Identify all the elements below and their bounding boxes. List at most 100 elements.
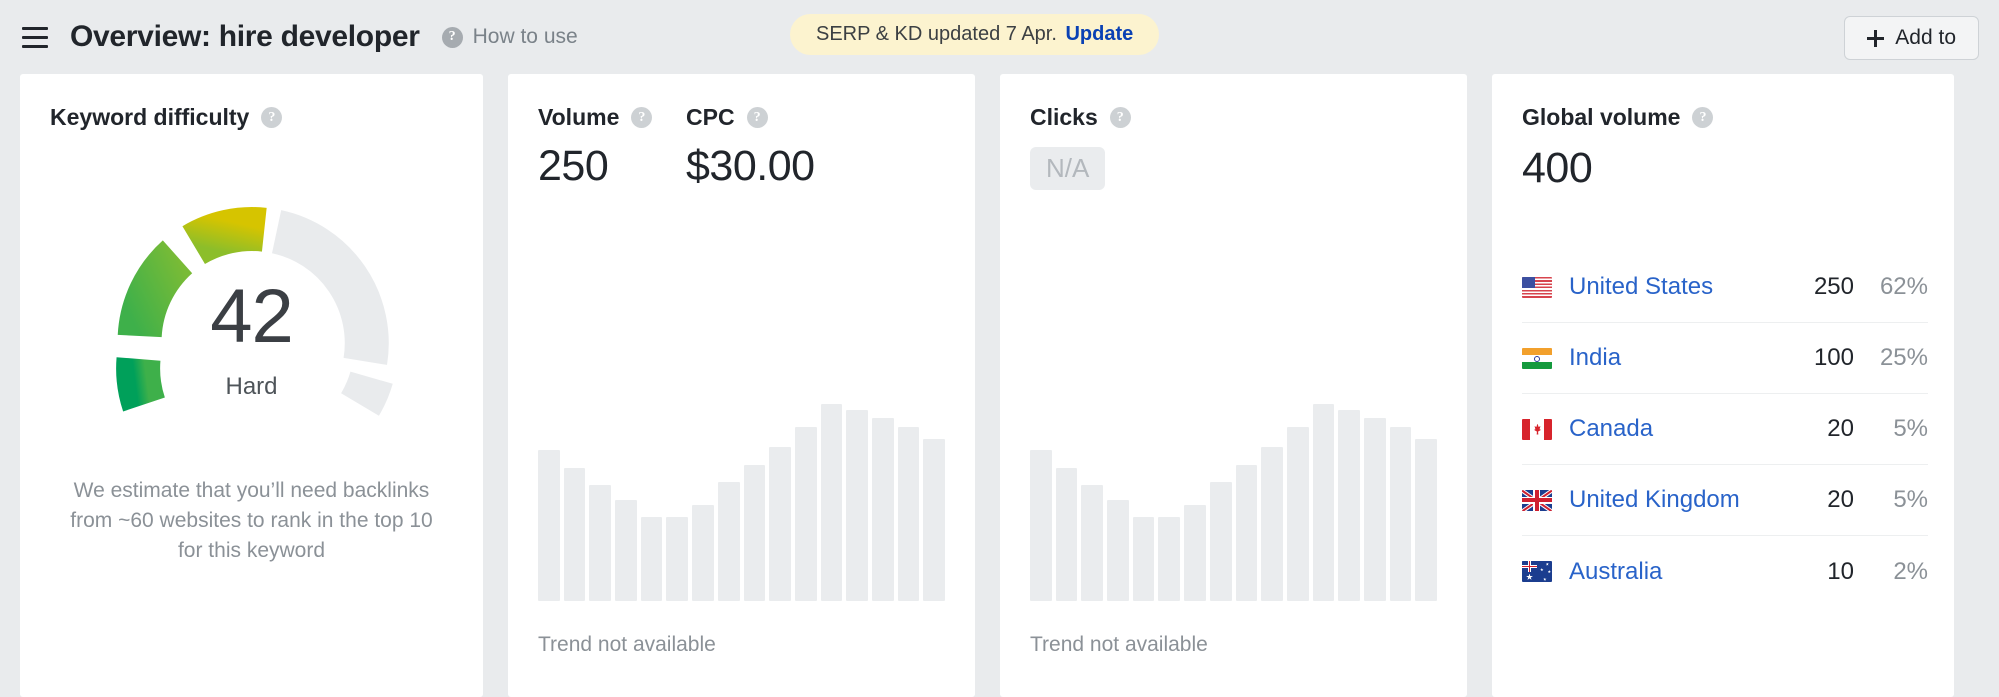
keyword-difficulty-note: We estimate that you’ll need backlinks f… <box>70 479 433 562</box>
trend-bar <box>589 485 612 601</box>
country-volume: 250 <box>1813 273 1854 300</box>
question-mark-icon[interactable]: ? <box>441 26 463 48</box>
flag-gb-icon <box>1522 489 1552 511</box>
keyword-difficulty-header: Keyword difficulty ? <box>20 74 483 131</box>
trend-bar <box>769 447 791 601</box>
trend-bar <box>1235 464 1258 601</box>
country-name-link[interactable]: India <box>1569 344 1814 372</box>
country-row[interactable]: India 100 25% <box>1522 323 1928 394</box>
country-volume: 20 <box>1827 415 1854 442</box>
trend-bar <box>743 464 766 601</box>
country-name-link[interactable]: Canada <box>1569 415 1827 443</box>
question-mark-icon[interactable]: ? <box>746 107 768 128</box>
trend-bar <box>820 403 843 601</box>
country-share: 5% <box>1893 486 1928 513</box>
trend-bar <box>871 418 894 601</box>
global-volume-header: Global volume ? <box>1492 74 1954 131</box>
global-volume-label: Global volume <box>1522 104 1681 130</box>
how-to-use-link[interactable]: ? How to use <box>441 25 578 49</box>
trend-bar <box>1286 427 1309 601</box>
country-breakdown-list: United States 250 62% India 100 25% Canada 20 5%… <box>1522 252 1928 607</box>
question-mark-icon[interactable]: ? <box>1692 107 1714 128</box>
trend-bar <box>1415 438 1437 601</box>
clicks-header: Clicks ? <box>1000 74 1467 131</box>
metrics-card-row: Keyword difficulty ? 42 Hard We estimate… <box>0 74 1999 697</box>
volume-trend-chart <box>538 311 945 601</box>
keyword-difficulty-card: Keyword difficulty ? 42 Hard We estimate… <box>20 74 483 697</box>
country-volume: 20 <box>1827 486 1854 513</box>
trend-bar <box>615 499 637 601</box>
cpc-header: CPC ? <box>686 104 815 131</box>
clicks-label: Clicks <box>1030 104 1098 130</box>
keyword-difficulty-value: 42 <box>210 274 294 359</box>
clicks-value-wrap: N/A <box>1000 131 1467 191</box>
country-share: 62% <box>1879 273 1928 300</box>
update-notice-text: SERP & KD updated 7 Apr. <box>816 23 1057 45</box>
volume-value: 250 <box>538 142 609 190</box>
country-share: 25% <box>1879 344 1928 371</box>
hamburger-menu-icon[interactable] <box>18 20 52 54</box>
question-mark-icon[interactable]: ? <box>261 107 283 128</box>
how-to-use-label: How to use <box>472 25 578 48</box>
gauge-readout: 42 Hard <box>92 279 412 401</box>
trend-bar <box>1132 516 1155 601</box>
cpc-label: CPC <box>686 104 735 130</box>
volume-metric: Volume ? 250 <box>508 104 656 188</box>
cpc-value: $30.00 <box>686 142 815 190</box>
trend-bar <box>1209 482 1232 601</box>
serp-update-notice[interactable]: SERP & KD updated 7 Apr. Update <box>790 14 1160 55</box>
hamburger-bar <box>22 35 48 39</box>
flag-us-icon <box>1522 276 1552 298</box>
trend-bar <box>692 505 714 601</box>
hamburger-bar <box>22 44 48 48</box>
trend-bar <box>1030 450 1052 601</box>
trend-bar <box>923 438 945 601</box>
flag-in-icon <box>1522 347 1552 369</box>
question-mark-icon[interactable]: ? <box>1109 107 1131 128</box>
volume-cpc-header-row: Volume ? 250 CPC ? $30.00 <box>508 74 975 188</box>
trend-bar <box>666 516 689 601</box>
trend-bar <box>1363 418 1386 601</box>
page-title: Overview: hire developer <box>70 20 420 53</box>
hamburger-bar <box>22 26 48 30</box>
update-link[interactable]: Update <box>1065 23 1133 45</box>
trend-bar <box>1107 499 1129 601</box>
global-volume-value: 400 <box>1522 144 1593 192</box>
trend-bar <box>1055 467 1078 601</box>
trend-bar <box>1261 447 1283 601</box>
trend-bar <box>1312 403 1335 601</box>
plus-icon <box>1867 29 1885 47</box>
clicks-value-badge: N/A <box>1030 147 1106 191</box>
trend-bar <box>794 427 817 601</box>
cpc-metric: CPC ? $30.00 <box>656 104 815 188</box>
keyword-difficulty-rating: Hard <box>225 373 278 400</box>
clicks-card: Clicks ? N/A Trend not available <box>1000 74 1467 697</box>
trend-bar <box>1389 427 1412 601</box>
country-volume: 10 <box>1827 557 1854 585</box>
clicks-trend-chart <box>1030 311 1437 601</box>
keyword-difficulty-label: Keyword difficulty <box>50 104 250 130</box>
question-mark-icon[interactable]: ? <box>631 107 653 128</box>
global-volume-card: Global volume ? 400 United States 250 62% I… <box>1492 74 1954 697</box>
volume-trend-caption: Trend not available <box>538 633 716 656</box>
keyword-difficulty-gauge: 42 Hard <box>92 183 412 448</box>
trend-bar <box>538 450 560 601</box>
country-row[interactable]: United Kingdom 20 5% <box>1522 465 1928 536</box>
add-to-button[interactable]: Add to <box>1844 16 1979 60</box>
country-name-link[interactable]: United States <box>1569 273 1814 301</box>
volume-label: Volume <box>538 104 620 130</box>
country-row[interactable]: Australia 10 2% <box>1522 536 1928 607</box>
clicks-trend-caption: Trend not available <box>1030 633 1208 656</box>
country-name-link[interactable]: Australia <box>1569 558 1827 586</box>
country-row[interactable]: Canada 20 5% <box>1522 394 1928 465</box>
trend-bar <box>846 409 868 601</box>
flag-au-icon <box>1522 561 1552 582</box>
country-row[interactable]: United States 250 62% <box>1522 252 1928 323</box>
country-volume: 100 <box>1813 344 1854 371</box>
trend-bar <box>717 482 740 601</box>
trend-bar <box>897 427 920 601</box>
trend-bar <box>1158 516 1181 601</box>
app-header: Overview: hire developer ? How to use SE… <box>0 0 1999 74</box>
trend-bar <box>640 516 663 601</box>
country-name-link[interactable]: United Kingdom <box>1569 486 1827 514</box>
